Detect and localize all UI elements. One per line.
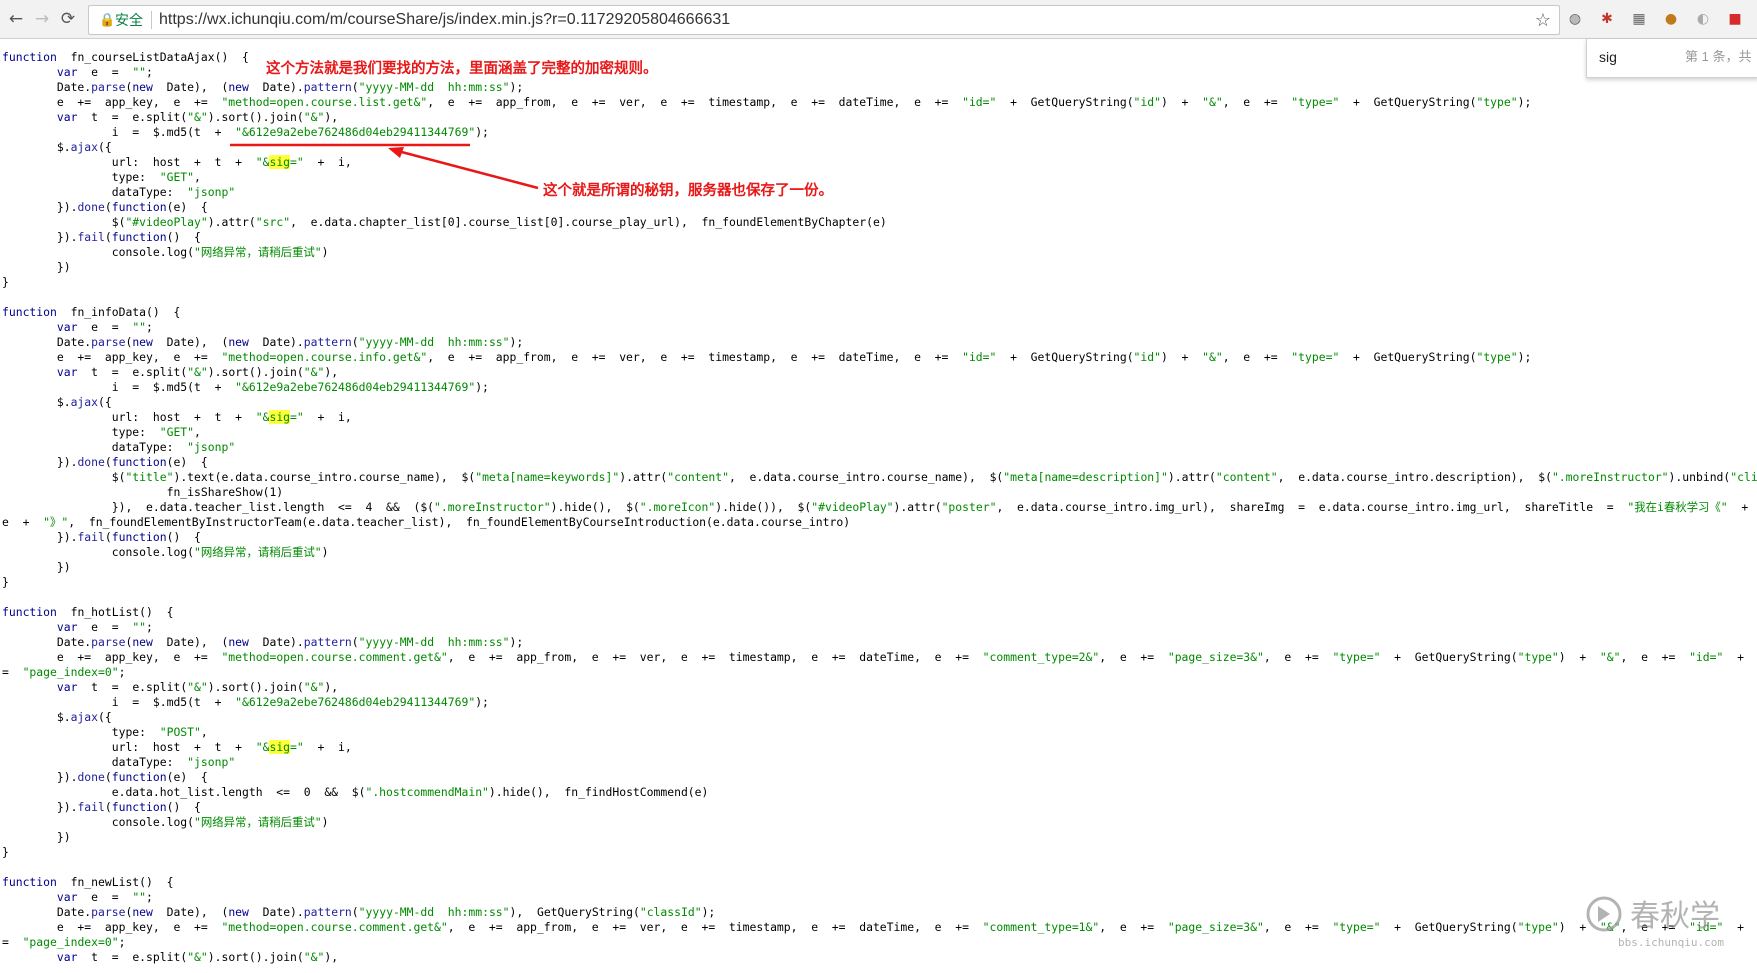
svg-text:春秋学: 春秋学 xyxy=(1630,899,1720,934)
annotation-overlay xyxy=(230,143,539,190)
ichunqiu-watermark-logo: 春秋学 bbs.ichunqiu.com xyxy=(1578,890,1753,950)
annotation-arrow-head xyxy=(388,147,404,158)
annotation-arrow-line xyxy=(393,148,539,190)
svg-text:bbs.ichunqiu.com: bbs.ichunqiu.com xyxy=(1618,936,1724,949)
